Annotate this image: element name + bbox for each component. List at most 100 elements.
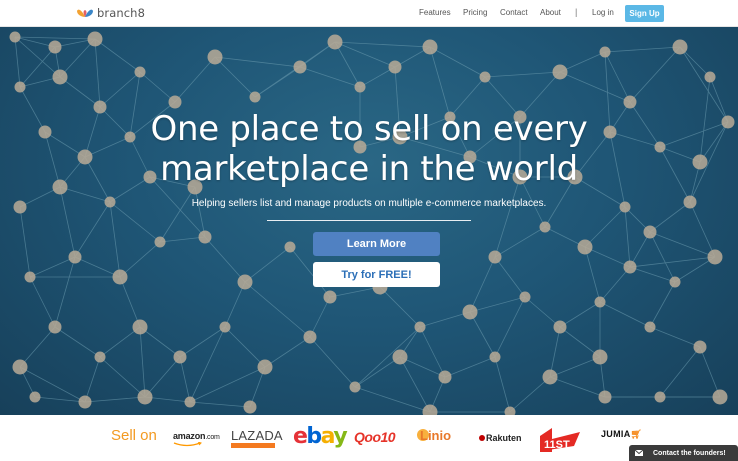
network-node <box>599 46 611 58</box>
nav-about[interactable]: About <box>540 8 561 17</box>
hero-title: One place to sell on every marketplace i… <box>0 109 738 189</box>
network-node <box>552 64 568 80</box>
hero-title-line-2: marketplace in the world <box>160 149 578 189</box>
network-node <box>94 351 106 363</box>
network-node <box>504 406 516 415</box>
network-node <box>594 296 606 308</box>
network-node <box>479 71 491 83</box>
top-navbar: branch8 Features Pricing Contact About |… <box>0 0 738 27</box>
amazon-logo-text: amazon <box>173 431 206 441</box>
ebay-letter-y: y <box>333 424 347 449</box>
network-node <box>704 71 716 83</box>
try-free-button[interactable]: Try for FREE! <box>313 262 440 287</box>
network-node <box>48 320 62 334</box>
network-node <box>112 269 128 285</box>
qoo10-logo: Qoo10 <box>354 429 396 445</box>
login-link[interactable]: Log in <box>592 8 614 17</box>
jumia-logo: JUMIA🛒︎ <box>601 429 642 440</box>
linio-logo: Linio <box>417 428 452 443</box>
brand-logo[interactable]: branch8 <box>77 6 145 20</box>
network-node <box>48 40 62 54</box>
network-node <box>392 349 408 365</box>
network-node <box>137 389 153 405</box>
butterfly-logo-icon <box>77 9 93 17</box>
linio-logo-text: Linio <box>420 428 452 443</box>
network-node <box>623 95 637 109</box>
network-node <box>553 320 567 334</box>
chat-label: Contact the founders! <box>653 449 726 457</box>
network-node <box>14 81 26 93</box>
network-node <box>29 391 41 403</box>
hero-section: One place to sell on every marketplace i… <box>0 27 738 415</box>
network-node <box>422 39 438 55</box>
network-node <box>654 391 666 403</box>
rakuten-r-icon <box>479 435 485 441</box>
lazada-logo: LAZADA <box>231 428 283 448</box>
network-node <box>78 395 92 409</box>
network-node <box>303 330 317 344</box>
network-node <box>284 241 296 253</box>
network-node <box>257 359 273 375</box>
nav-separator: | <box>575 6 578 17</box>
brand-name: branch8 <box>97 6 145 20</box>
network-node <box>207 49 223 65</box>
ebay-letter-e: e <box>293 424 308 449</box>
sell-on-label: Sell on <box>111 427 157 444</box>
network-node <box>644 321 656 333</box>
network-node <box>438 370 452 384</box>
network-node <box>623 260 637 274</box>
network-node <box>24 271 36 283</box>
network-node <box>52 69 68 85</box>
network-node <box>672 39 688 55</box>
network-node <box>519 291 531 303</box>
network-node <box>237 274 253 290</box>
network-node <box>132 319 148 335</box>
network-lines <box>14 36 729 413</box>
hero-title-line-1: One place to sell on every <box>150 109 588 149</box>
nav-contact[interactable]: Contact <box>500 8 528 17</box>
network-node <box>184 396 196 408</box>
nav-features[interactable]: Features <box>419 8 451 17</box>
network-node <box>243 400 257 414</box>
network-node <box>712 389 728 405</box>
network-node <box>349 381 361 393</box>
jumia-logo-text: JUMIA <box>601 429 631 439</box>
signup-button[interactable]: Sign Up <box>625 5 664 22</box>
network-node <box>154 236 166 248</box>
network-node <box>577 239 593 255</box>
network-node <box>219 321 231 333</box>
lazada-group-bar <box>231 443 275 448</box>
network-node <box>643 225 657 239</box>
rakuten-logo-text: Rakuten <box>486 433 522 443</box>
shopping-cart-icon: 🛒︎ <box>630 429 643 439</box>
network-node <box>9 31 21 43</box>
network-node <box>598 390 612 404</box>
amazon-smile-icon <box>173 442 202 447</box>
marketplace-strip: Sell on amazon.com LAZADA ebay Qoo10 Lin… <box>0 415 738 461</box>
network-node <box>12 359 28 375</box>
amazon-logo-tld: .com <box>205 434 220 441</box>
hero-subtitle: Helping sellers list and manage products… <box>191 198 547 209</box>
network-node <box>198 230 212 244</box>
network-node <box>173 350 187 364</box>
ebay-logo: ebay <box>293 424 348 449</box>
network-nodes <box>9 31 735 415</box>
nav-pricing[interactable]: Pricing <box>463 8 487 17</box>
11st-logo: 11ST <box>540 428 580 452</box>
ebay-letter-b: b <box>306 424 322 449</box>
rakuten-logo: Rakuten <box>479 433 522 443</box>
network-node <box>422 404 438 415</box>
network-node <box>68 250 82 264</box>
contact-founders-chat[interactable]: Contact the founders! <box>629 445 738 461</box>
network-node <box>293 60 307 74</box>
learn-more-button[interactable]: Learn More <box>313 232 440 256</box>
network-node <box>592 349 608 365</box>
network-node <box>327 34 343 50</box>
network-node <box>489 351 501 363</box>
lazada-logo-text: LAZADA <box>231 428 283 443</box>
network-node <box>462 304 478 320</box>
network-node <box>388 60 402 74</box>
network-node <box>542 369 558 385</box>
network-node <box>87 31 103 47</box>
ebay-letter-a: a <box>320 424 335 449</box>
